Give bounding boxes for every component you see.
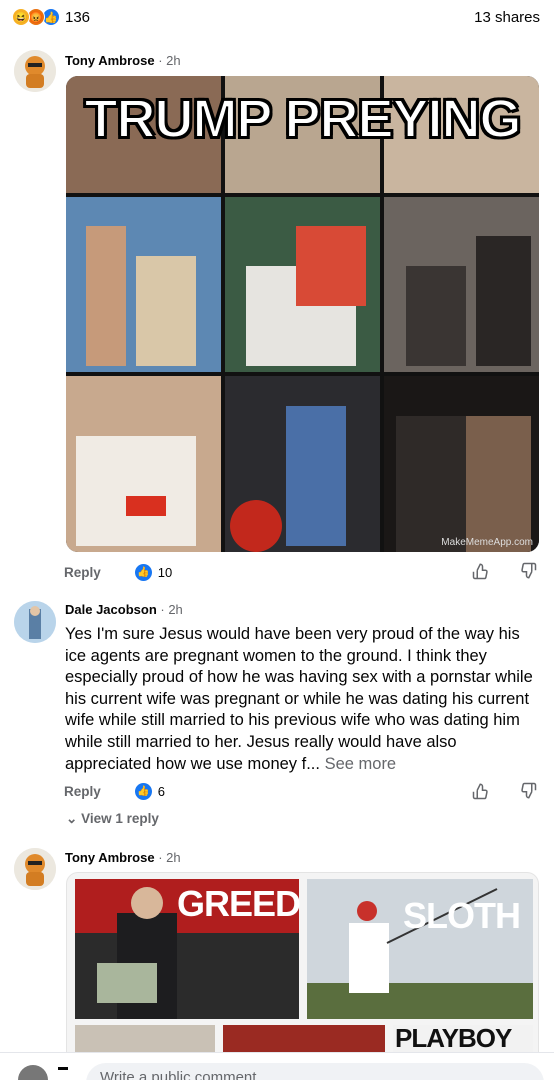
comment-time: · 2h: [158, 850, 181, 865]
thumbs-down-icon[interactable]: [519, 562, 537, 585]
comment-like-count[interactable]: 👍 6: [134, 782, 165, 800]
comment-time: · 2h: [158, 53, 181, 68]
chevron-down-icon: ⌄: [66, 811, 78, 826]
comment-author[interactable]: Tony Ambrose · 2h: [65, 850, 181, 865]
view-replies-button[interactable]: ⌄ View 1 reply: [66, 811, 159, 827]
meme-watermark: MakeMemeApp.com: [441, 537, 533, 548]
avatar-switch-icon[interactable]: [58, 1067, 68, 1070]
meme-label-playboy: PLAYBOY: [395, 1023, 512, 1053]
comment-like-count[interactable]: 👍 10: [134, 563, 173, 581]
like-icon: 👍: [134, 782, 152, 800]
author-name[interactable]: Dale Jacobson: [65, 602, 157, 617]
avatar-image: [14, 50, 56, 92]
view-replies-label: View 1 reply: [81, 811, 159, 826]
meme-image[interactable]: TRUMP PREYING MakeMemeApp.com: [66, 76, 539, 552]
author-name[interactable]: Tony Ambrose: [65, 53, 155, 68]
comment-input[interactable]: Write a public comment...: [86, 1063, 544, 1080]
reaction-count: 136: [65, 8, 91, 26]
avatar-image: [14, 601, 56, 643]
avatar[interactable]: [14, 601, 56, 643]
reply-button[interactable]: Reply: [64, 565, 101, 580]
thumbs-down-icon[interactable]: [519, 782, 537, 805]
reactions-summary[interactable]: 😆 😡 👍 136: [12, 8, 90, 26]
comment-author[interactable]: Dale Jacobson · 2h: [65, 602, 183, 617]
meme-label-greed: GREED: [177, 883, 301, 924]
like-count-value: 6: [157, 783, 165, 799]
comment-composer-bar: Write a public comment...: [0, 1052, 554, 1080]
comment-author[interactable]: Tony Ambrose · 2h: [65, 53, 181, 68]
user-avatar[interactable]: [18, 1065, 48, 1080]
post-stats-bar: 😆 😡 👍 136 13 shares: [0, 0, 554, 36]
comment-input-placeholder: Write a public comment...: [100, 1069, 269, 1080]
comment-time: · 2h: [160, 602, 183, 617]
haha-icon: 😆: [12, 8, 30, 26]
meme-title: TRUMP PREYING: [83, 88, 522, 150]
author-name[interactable]: Tony Ambrose: [65, 850, 155, 865]
like-count-value: 10: [157, 564, 173, 580]
reply-button[interactable]: Reply: [64, 784, 101, 799]
comment-body: Yes I'm sure Jesus would have been very …: [65, 625, 533, 773]
see-more-link[interactable]: See more: [325, 755, 397, 773]
avatar-image: [14, 848, 56, 890]
thumbs-up-icon[interactable]: [472, 782, 490, 805]
avatar[interactable]: [14, 50, 56, 92]
thumbs-up-icon[interactable]: [472, 562, 490, 585]
meme-image[interactable]: GREED SLOTH PLAYBOY: [66, 872, 539, 1062]
avatar[interactable]: [14, 848, 56, 890]
comment-text: Yes I'm sure Jesus would have been very …: [65, 624, 540, 775]
shares-count[interactable]: 13 shares: [474, 9, 540, 26]
meme-label-sloth: SLOTH: [403, 895, 521, 936]
like-icon: 👍: [134, 563, 152, 581]
